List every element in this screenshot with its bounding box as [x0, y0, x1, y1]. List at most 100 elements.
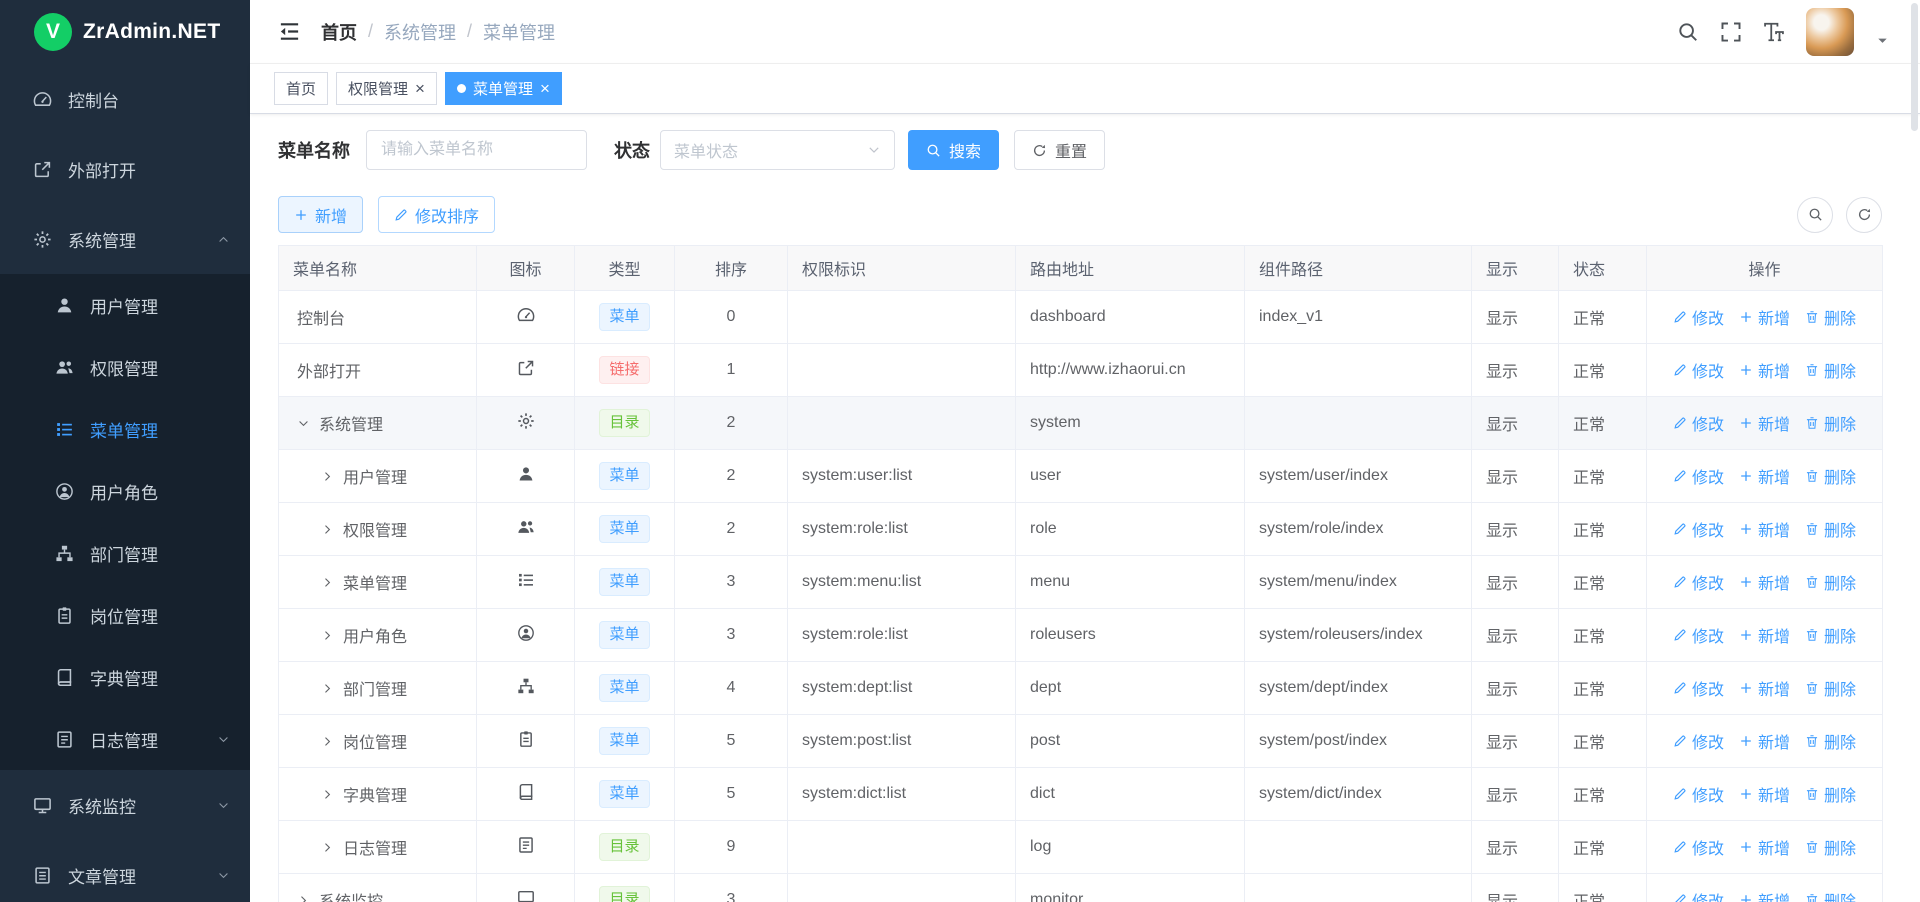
page-scrollbar[interactable] [1911, 3, 1918, 131]
menu-fold-icon[interactable] [278, 20, 301, 43]
expand-row-icon[interactable] [321, 735, 334, 748]
add-button[interactable]: 新增 [1739, 835, 1790, 859]
search-button[interactable]: 搜索 [908, 130, 999, 170]
breadcrumb-item-2[interactable]: 菜单管理 [483, 19, 555, 45]
delete-button[interactable]: 删除 [1805, 729, 1856, 753]
delete-button[interactable]: 删除 [1805, 676, 1856, 700]
visible-value: 显示 [1472, 768, 1559, 821]
sidebar-item-dict[interactable]: 字典管理 [0, 646, 250, 708]
tab-role[interactable]: 权限管理× [336, 72, 437, 105]
add-button[interactable]: 新增 [1739, 464, 1790, 488]
add-button[interactable]: 新增 [1739, 623, 1790, 647]
edit-icon [1673, 469, 1687, 483]
expand-row-icon[interactable] [321, 682, 334, 695]
trash-icon [1805, 416, 1819, 430]
user-avatar[interactable] [1806, 8, 1854, 56]
sidebar-item-user[interactable]: 用户管理 [0, 274, 250, 336]
fullscreen-icon[interactable] [1720, 21, 1742, 43]
column-header: 路由地址 [1016, 246, 1245, 291]
add-button[interactable]: 新增 [1739, 782, 1790, 806]
add-button[interactable]: 新增 [1739, 888, 1790, 902]
edit-button[interactable]: 修改 [1673, 305, 1724, 329]
delete-button[interactable]: 删除 [1805, 623, 1856, 647]
users-icon [517, 518, 535, 536]
component-value: system/role/index [1245, 503, 1472, 556]
component-value: system/menu/index [1245, 556, 1472, 609]
delete-button[interactable]: 删除 [1805, 464, 1856, 488]
expand-row-icon[interactable] [321, 470, 334, 483]
delete-button[interactable]: 删除 [1805, 517, 1856, 541]
expand-row-icon[interactable] [321, 523, 334, 536]
sidebar-item-external[interactable]: 外部打开 [0, 134, 250, 204]
edit-button[interactable]: 修改 [1673, 835, 1724, 859]
expand-collapse-icon[interactable] [297, 417, 310, 430]
reset-button[interactable]: 重置 [1014, 130, 1105, 170]
sidebar-item-post[interactable]: 岗位管理 [0, 584, 250, 646]
add-button[interactable]: 新增 [1739, 517, 1790, 541]
tab-menu[interactable]: 菜单管理× [445, 72, 562, 105]
delete-button[interactable]: 删除 [1805, 782, 1856, 806]
add-button[interactable]: 新增 [1739, 358, 1790, 382]
sort-value: 2 [675, 397, 788, 450]
delete-button[interactable]: 删除 [1805, 358, 1856, 382]
tab-home[interactable]: 首页 [274, 72, 328, 105]
route-value: menu [1016, 556, 1245, 609]
edit-button[interactable]: 修改 [1673, 729, 1724, 753]
edit-button[interactable]: 修改 [1673, 517, 1724, 541]
user-menu-caret-icon[interactable] [1875, 33, 1890, 48]
app-window: V ZrAdmin.NET 控制台外部打开系统管理用户管理权限管理菜单管理用户角… [0, 0, 1920, 902]
expand-row-icon[interactable] [321, 841, 334, 854]
sidebar-item-role[interactable]: 权限管理 [0, 336, 250, 398]
expand-row-icon[interactable] [321, 788, 334, 801]
plus-icon [294, 208, 308, 222]
edit-button[interactable]: 修改 [1673, 623, 1724, 647]
component-value [1245, 821, 1472, 874]
sidebar-item-monitor[interactable]: 系统监控 [0, 770, 250, 840]
add-button[interactable]: 新增 [1739, 729, 1790, 753]
app-logo[interactable]: V ZrAdmin.NET [0, 0, 250, 64]
close-icon[interactable]: × [415, 80, 425, 97]
add-button[interactable]: 新增 [1739, 570, 1790, 594]
add-button[interactable]: 新增 [1739, 411, 1790, 435]
edit-button[interactable]: 修改 [1673, 676, 1724, 700]
delete-button[interactable]: 删除 [1805, 570, 1856, 594]
edit-button[interactable]: 修改 [1673, 358, 1724, 382]
sidebar-item-dept[interactable]: 部门管理 [0, 522, 250, 584]
breadcrumb-item-1[interactable]: 系统管理 [384, 19, 456, 45]
add-button[interactable]: 新增 [1739, 305, 1790, 329]
edit-button[interactable]: 修改 [1673, 888, 1724, 902]
close-icon[interactable]: × [540, 80, 550, 97]
expand-row-icon[interactable] [321, 576, 334, 589]
edit-button[interactable]: 修改 [1673, 464, 1724, 488]
status-select[interactable]: 菜单状态 [660, 130, 895, 170]
delete-button[interactable]: 删除 [1805, 888, 1856, 902]
refresh-table-button[interactable] [1846, 197, 1882, 233]
delete-button[interactable]: 删除 [1805, 411, 1856, 435]
modify-sort-button[interactable]: 修改排序 [378, 196, 495, 233]
sidebar-item-roleusers[interactable]: 用户角色 [0, 460, 250, 522]
visible-value: 显示 [1472, 450, 1559, 503]
perm-value [788, 344, 1016, 397]
delete-button[interactable]: 删除 [1805, 305, 1856, 329]
edit-button[interactable]: 修改 [1673, 782, 1724, 806]
status-value: 正常 [1559, 874, 1647, 902]
sidebar-item-system[interactable]: 系统管理 [0, 204, 250, 274]
sidebar-item-log[interactable]: 日志管理 [0, 708, 250, 770]
breadcrumb-item-0[interactable]: 首页 [321, 19, 357, 45]
add-button[interactable]: 新增 [1739, 676, 1790, 700]
menu-name: 控制台 [297, 305, 345, 329]
sidebar-item-menu[interactable]: 菜单管理 [0, 398, 250, 460]
expand-row-icon[interactable] [297, 894, 310, 902]
edit-button[interactable]: 修改 [1673, 411, 1724, 435]
route-value: dict [1016, 768, 1245, 821]
toggle-search-button[interactable] [1797, 197, 1833, 233]
header-search-icon[interactable] [1677, 21, 1699, 43]
sidebar-item-article[interactable]: 文章管理 [0, 840, 250, 902]
add-button[interactable]: 新增 [278, 196, 363, 233]
sidebar-item-dashboard[interactable]: 控制台 [0, 64, 250, 134]
edit-button[interactable]: 修改 [1673, 570, 1724, 594]
expand-row-icon[interactable] [321, 629, 334, 642]
font-size-icon[interactable] [1763, 21, 1785, 43]
menu-name-input[interactable] [366, 130, 587, 170]
delete-button[interactable]: 删除 [1805, 835, 1856, 859]
